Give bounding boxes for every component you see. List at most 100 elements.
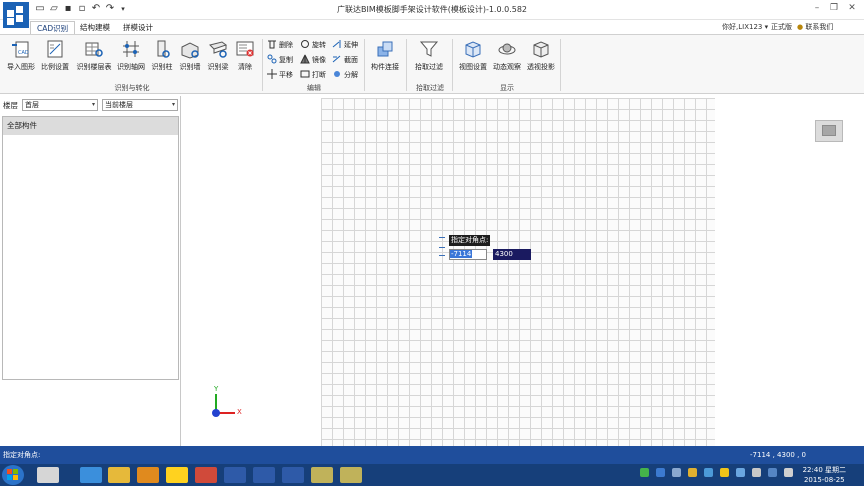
taskbar-app-icon[interactable]: [37, 467, 59, 483]
extend-button[interactable]: 延伸: [332, 39, 358, 51]
perspective-icon: [533, 41, 549, 58]
close-icon[interactable]: ✕: [844, 1, 860, 15]
recognize-wall-label: 识别墙: [179, 63, 201, 71]
taskbar-app-icon[interactable]: [340, 467, 362, 483]
tab-structure-modeling[interactable]: 结构建模: [74, 21, 116, 35]
section-icon: [332, 55, 341, 63]
edition-label: 正式版: [771, 23, 792, 31]
start-button[interactable]: [2, 465, 24, 485]
axis-grid-icon: [123, 41, 139, 57]
tray-icon[interactable]: [720, 468, 729, 477]
restore-icon[interactable]: ❐: [826, 1, 842, 15]
cursor-tick-mark: [439, 247, 445, 248]
section-button[interactable]: 截面: [332, 54, 358, 66]
explode-button[interactable]: 分解: [332, 69, 358, 81]
folder-icon[interactable]: [108, 467, 130, 483]
delete-icon: [268, 40, 276, 49]
window-title: 广联达BIM模板脚手架设计软件(模板设计)-1.0.0.582: [336, 5, 528, 14]
scale-settings-button[interactable]: 比例设置: [38, 39, 72, 72]
clear-icon: [236, 41, 254, 57]
delete-button[interactable]: 删除: [267, 39, 293, 51]
x-coordinate-value: -7114: [450, 250, 473, 258]
recognize-floor-table-label: 识别楼层表: [76, 63, 112, 71]
component-connect-button[interactable]: 构件连接: [368, 39, 402, 72]
drawing-canvas[interactable]: 指定对角点: -7114 4300 X Y: [181, 96, 864, 446]
perspective-label: 透视投影: [527, 63, 555, 71]
chrome-icon[interactable]: [195, 467, 217, 483]
y-coordinate-input[interactable]: 4300: [493, 249, 531, 260]
view-cube[interactable]: [815, 120, 843, 142]
taskbar-app-icon[interactable]: [282, 467, 304, 483]
status-bar: 指定对角点: -7114 , 4300 , 0: [0, 446, 864, 464]
tab-cad-recognize[interactable]: CAD识别: [30, 21, 76, 35]
taskbar-app-icon[interactable]: [253, 467, 275, 483]
all-components-item[interactable]: 全部构件: [3, 117, 178, 135]
component-tree-panel: 全部构件: [2, 116, 179, 380]
extend-icon: [332, 40, 341, 48]
tray-icon[interactable]: [704, 468, 713, 477]
user-greeting[interactable]: 你好,LIX123 ▾: [722, 22, 768, 32]
floor-selector-bar: 楼层 首层 ▾ 当前楼层 ▾: [0, 96, 180, 114]
ribbon-separator: [560, 39, 561, 91]
tab-formwork-design[interactable]: 拼模设计: [117, 21, 159, 35]
tray-icon[interactable]: [656, 468, 665, 477]
qq-icon[interactable]: [166, 467, 188, 483]
move-button[interactable]: 平移: [267, 69, 293, 81]
x-axis-label: X: [237, 408, 242, 416]
ie-icon[interactable]: [80, 467, 102, 483]
mirror-icon: [300, 54, 310, 64]
minimize-icon[interactable]: –: [809, 1, 825, 15]
perspective-button[interactable]: 透视投影: [524, 39, 558, 72]
recognize-floor-table-button[interactable]: 识别楼层表: [74, 39, 114, 72]
mirror-label: 镜像: [312, 56, 326, 64]
break-button[interactable]: 打断: [300, 69, 326, 81]
tray-icon[interactable]: [736, 468, 745, 477]
mirror-button[interactable]: 镜像: [300, 54, 326, 66]
media-player-icon[interactable]: [137, 467, 159, 483]
clock-date: 2015-08-25: [803, 476, 845, 484]
break-label: 打断: [312, 71, 326, 79]
view-settings-button[interactable]: 视图设置: [456, 39, 490, 72]
ribbon: CAD 导入图形 比例设置 识别楼层表 识别轴网 识别柱 识别墙 识别梁 清除 …: [0, 34, 864, 94]
network-tray-icon[interactable]: [640, 468, 649, 477]
column-icon: [157, 40, 170, 58]
clear-button[interactable]: 清除: [228, 39, 262, 72]
scale-settings-icon: [47, 40, 63, 58]
view-cube-face: [822, 125, 836, 136]
taskbar-app-icon[interactable]: [224, 467, 246, 483]
tray-icon[interactable]: [672, 468, 681, 477]
tray-icon[interactable]: [784, 468, 793, 477]
app-logo[interactable]: [3, 2, 29, 28]
import-cad-button[interactable]: CAD 导入图形: [4, 39, 38, 72]
copy-button[interactable]: 复制: [267, 54, 293, 66]
pick-filter-button[interactable]: 拾取过滤: [412, 39, 446, 72]
x-coordinate-input[interactable]: -7114: [449, 249, 487, 260]
floor-select[interactable]: 首层 ▾: [22, 99, 98, 111]
move-label: 平移: [279, 71, 293, 79]
contact-us-link[interactable]: ● 联系我们: [797, 22, 833, 32]
import-cad-icon: CAD: [12, 41, 29, 58]
floor-table-icon: [85, 42, 103, 57]
tray-icon[interactable]: [688, 468, 697, 477]
cursor-tick-mark: [439, 255, 445, 256]
taskbar-app-icon[interactable]: [311, 467, 333, 483]
recognize-axis-button[interactable]: 识别轴网: [114, 39, 148, 72]
floor-scope-select[interactable]: 当前楼层 ▾: [102, 99, 178, 111]
tray-icon[interactable]: [768, 468, 777, 477]
status-prompt: 指定对角点:: [3, 451, 41, 459]
floor-select-value: 首层: [25, 101, 39, 109]
ribbon-separator: [364, 39, 365, 91]
ribbon-separator: [262, 39, 263, 91]
ribbon-tab-row: CAD识别 结构建模 拼模设计 你好,LIX123 ▾ 正式版 ● 联系我们: [0, 20, 864, 35]
status-coordinates: -7114 , 4300 , 0: [750, 451, 806, 459]
rotate-button[interactable]: 旋转: [300, 39, 326, 51]
component-connect-icon: [377, 41, 393, 57]
orbit-icon: [498, 43, 516, 55]
chevron-down-icon: ▾: [171, 101, 175, 108]
command-prompt-tooltip: 指定对角点:: [449, 235, 491, 246]
explode-label: 分解: [344, 71, 358, 79]
move-icon: [267, 69, 277, 79]
system-clock[interactable]: 22:40 星期二 2015-08-25: [803, 465, 846, 485]
volume-tray-icon[interactable]: [752, 468, 761, 477]
dynamic-orbit-button[interactable]: 动态观察: [490, 39, 524, 72]
